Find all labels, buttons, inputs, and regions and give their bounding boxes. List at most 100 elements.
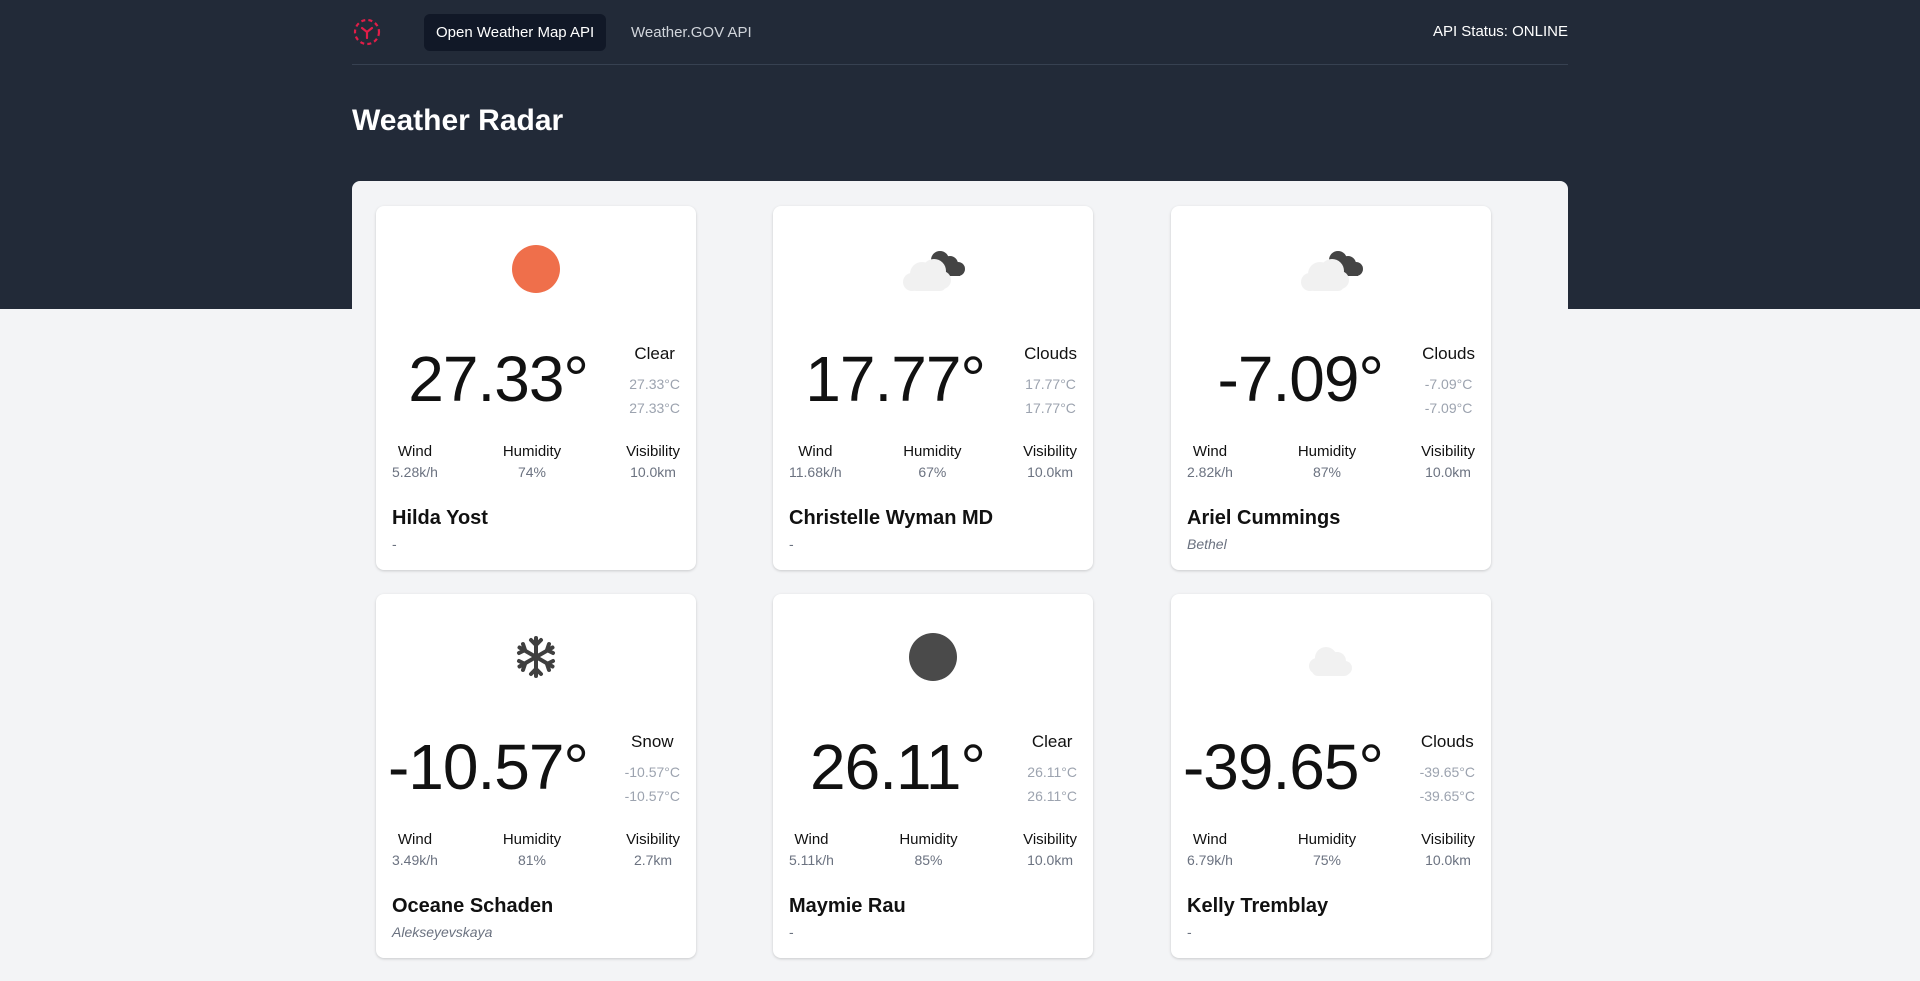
temperature-celsius: 26.11°C bbox=[1027, 788, 1077, 804]
feels-like-value: 27.33°C bbox=[629, 376, 680, 392]
visibility-label: Visibility bbox=[626, 443, 680, 460]
temperature-celsius: -39.65°C bbox=[1419, 788, 1475, 804]
visibility-value: 10.0km bbox=[1027, 852, 1073, 868]
humidity-stat: Humidity 81% bbox=[503, 831, 561, 868]
condition-label: Snow bbox=[631, 732, 674, 751]
moon-icon bbox=[898, 629, 968, 685]
city-name: Kelly Tremblay bbox=[1187, 895, 1329, 917]
weather-card[interactable]: 26.11° Clear 26.11°C 26.11°C Wind 5.11k/h Humi… bbox=[773, 594, 1093, 958]
tab-open-weather-map-api[interactable]: Open Weather Map API bbox=[424, 14, 607, 51]
api-status: API Status: ONLINE bbox=[1432, 23, 1568, 40]
city-name: Maymie Rau bbox=[789, 895, 906, 917]
wind-stat: Wind 5.11k/h bbox=[789, 831, 834, 868]
wind-label: Wind bbox=[798, 443, 833, 460]
condition-block: Clouds -39.65°C -39.65°C bbox=[1420, 732, 1475, 808]
temperature: 17.77° bbox=[805, 343, 986, 415]
condition-label: Clear bbox=[634, 344, 675, 363]
temperature-celsius: -10.57°C bbox=[624, 788, 680, 804]
temperature-celsius: -7.09°C bbox=[1424, 400, 1473, 416]
visibility-stat: Visibility 10.0km bbox=[1421, 831, 1475, 868]
visibility-stat: Visibility 10.0km bbox=[1023, 831, 1077, 868]
humidity-value: 87% bbox=[1312, 464, 1342, 480]
visibility-label: Visibility bbox=[1023, 443, 1077, 460]
weather-stats: Wind 5.11k/h Humidity 85% Visibility 10.0km bbox=[789, 831, 1077, 868]
wind-label: Wind bbox=[397, 831, 433, 848]
wind-label: Wind bbox=[397, 443, 433, 460]
humidity-label: Humidity bbox=[899, 831, 958, 848]
temperature-celsius: 17.77°C bbox=[1025, 400, 1076, 416]
weather-stats: Wind 3.49k/h Humidity 81% Visibility 2.7km bbox=[392, 831, 680, 868]
condition-label: Clouds bbox=[1024, 344, 1077, 363]
feels-like-value: 26.11°C bbox=[1027, 764, 1077, 780]
city-name: Oceane Schaden bbox=[392, 895, 554, 917]
wind-value: 11.68k/h bbox=[789, 464, 842, 480]
humidity-label: Humidity bbox=[502, 831, 562, 848]
humidity-stat: Humidity 67% bbox=[903, 443, 961, 480]
weather-card[interactable]: 27.33° Clear 27.33°C 27.33°C Wind 5.28k/h Humi… bbox=[376, 206, 696, 570]
temperature: -39.65° bbox=[1182, 731, 1384, 803]
tab-weather-gov-api[interactable]: Weather.GOV API bbox=[619, 14, 764, 51]
region-name: - bbox=[1187, 924, 1192, 940]
feels-like-value: -10.57°C bbox=[624, 764, 680, 780]
weather-card[interactable]: -7.09° Clouds -7.09°C -7.09°C Wind 2.82k/h Hum… bbox=[1171, 206, 1491, 570]
weather-stats: Wind 5.28k/h Humidity 74% Visibility 10.0km bbox=[392, 443, 680, 480]
humidity-label: Humidity bbox=[502, 443, 562, 460]
humidity-stat: Humidity 87% bbox=[1298, 443, 1356, 480]
visibility-stat: Visibility 10.0km bbox=[1421, 443, 1475, 480]
city-name: Ariel Cummings bbox=[1187, 507, 1341, 529]
sun-icon bbox=[501, 241, 571, 297]
clouds-icon bbox=[1296, 241, 1366, 297]
weather-stats: Wind 2.82k/h Humidity 87% Visibility 10.0km bbox=[1187, 443, 1475, 480]
feels-like-value: -7.09°C bbox=[1424, 376, 1473, 392]
region-name: - bbox=[789, 536, 794, 552]
visibility-label: Visibility bbox=[1023, 831, 1077, 848]
clouds-icon bbox=[898, 241, 968, 297]
humidity-label: Humidity bbox=[903, 443, 962, 460]
visibility-stat: Visibility 2.7km bbox=[626, 831, 680, 868]
condition-block: Clouds 17.77°C 17.77°C bbox=[1024, 344, 1077, 420]
temperature: -7.09° bbox=[1217, 343, 1384, 415]
visibility-value: 10.0km bbox=[630, 464, 676, 480]
visibility-label: Visibility bbox=[1421, 443, 1475, 460]
region-name: Alekseyevskaya bbox=[392, 924, 493, 940]
wind-stat: Wind 6.79k/h bbox=[1187, 831, 1233, 868]
wind-value: 5.28k/h bbox=[392, 464, 438, 480]
temperature: -10.57° bbox=[387, 731, 589, 803]
cloud-icon bbox=[1296, 629, 1366, 685]
visibility-stat: Visibility 10.0km bbox=[626, 443, 680, 480]
weather-card[interactable]: -10.57° Snow -10.57°C -10.57°C Wind 3.49k/h Hu… bbox=[376, 594, 696, 958]
condition-block: Clear 27.33°C 27.33°C bbox=[629, 344, 680, 420]
humidity-label: Humidity bbox=[1297, 831, 1357, 848]
wind-value: 5.11k/h bbox=[789, 852, 834, 868]
wind-label: Wind bbox=[1192, 831, 1228, 848]
humidity-stat: Humidity 74% bbox=[503, 443, 561, 480]
humidity-label: Humidity bbox=[1297, 443, 1357, 460]
visibility-stat: Visibility 10.0km bbox=[1023, 443, 1077, 480]
humidity-stat: Humidity 75% bbox=[1298, 831, 1356, 868]
temperature: 27.33° bbox=[408, 343, 589, 415]
condition-label: Clouds bbox=[1420, 732, 1474, 751]
weather-card[interactable]: -39.65° Clouds -39.65°C -39.65°C Wind 6.79k/h… bbox=[1171, 594, 1491, 958]
humidity-value: 67% bbox=[918, 464, 947, 480]
condition-label: Clear bbox=[1031, 732, 1073, 751]
humidity-stat: Humidity 85% bbox=[899, 831, 957, 868]
condition-block: Clear 26.11°C 26.11°C bbox=[1027, 732, 1077, 808]
wind-label: Wind bbox=[1192, 443, 1228, 460]
logo-icon[interactable] bbox=[352, 17, 382, 47]
wind-stat: Wind 11.68k/h bbox=[789, 443, 842, 480]
condition-label: Clouds bbox=[1422, 344, 1475, 363]
weather-card[interactable]: 17.77° Clouds 17.77°C 17.77°C Wind 11.68k/h Hu… bbox=[773, 206, 1093, 570]
wind-label: Wind bbox=[794, 831, 829, 848]
weather-stats: Wind 11.68k/h Humidity 67% Visibility 10.0km bbox=[789, 443, 1077, 480]
wind-value: 2.82k/h bbox=[1187, 464, 1233, 480]
condition-block: Clouds -7.09°C -7.09°C bbox=[1422, 344, 1475, 420]
condition-block: Snow -10.57°C -10.57°C bbox=[625, 732, 680, 808]
wind-stat: Wind 3.49k/h bbox=[392, 831, 438, 868]
visibility-label: Visibility bbox=[1421, 831, 1475, 848]
wind-stat: Wind 2.82k/h bbox=[1187, 443, 1233, 480]
snowflake-icon bbox=[501, 629, 571, 685]
wind-value: 6.79k/h bbox=[1187, 852, 1233, 868]
visibility-value: 10.0km bbox=[1425, 852, 1471, 868]
humidity-value: 75% bbox=[1312, 852, 1342, 868]
region-name: - bbox=[789, 924, 794, 940]
